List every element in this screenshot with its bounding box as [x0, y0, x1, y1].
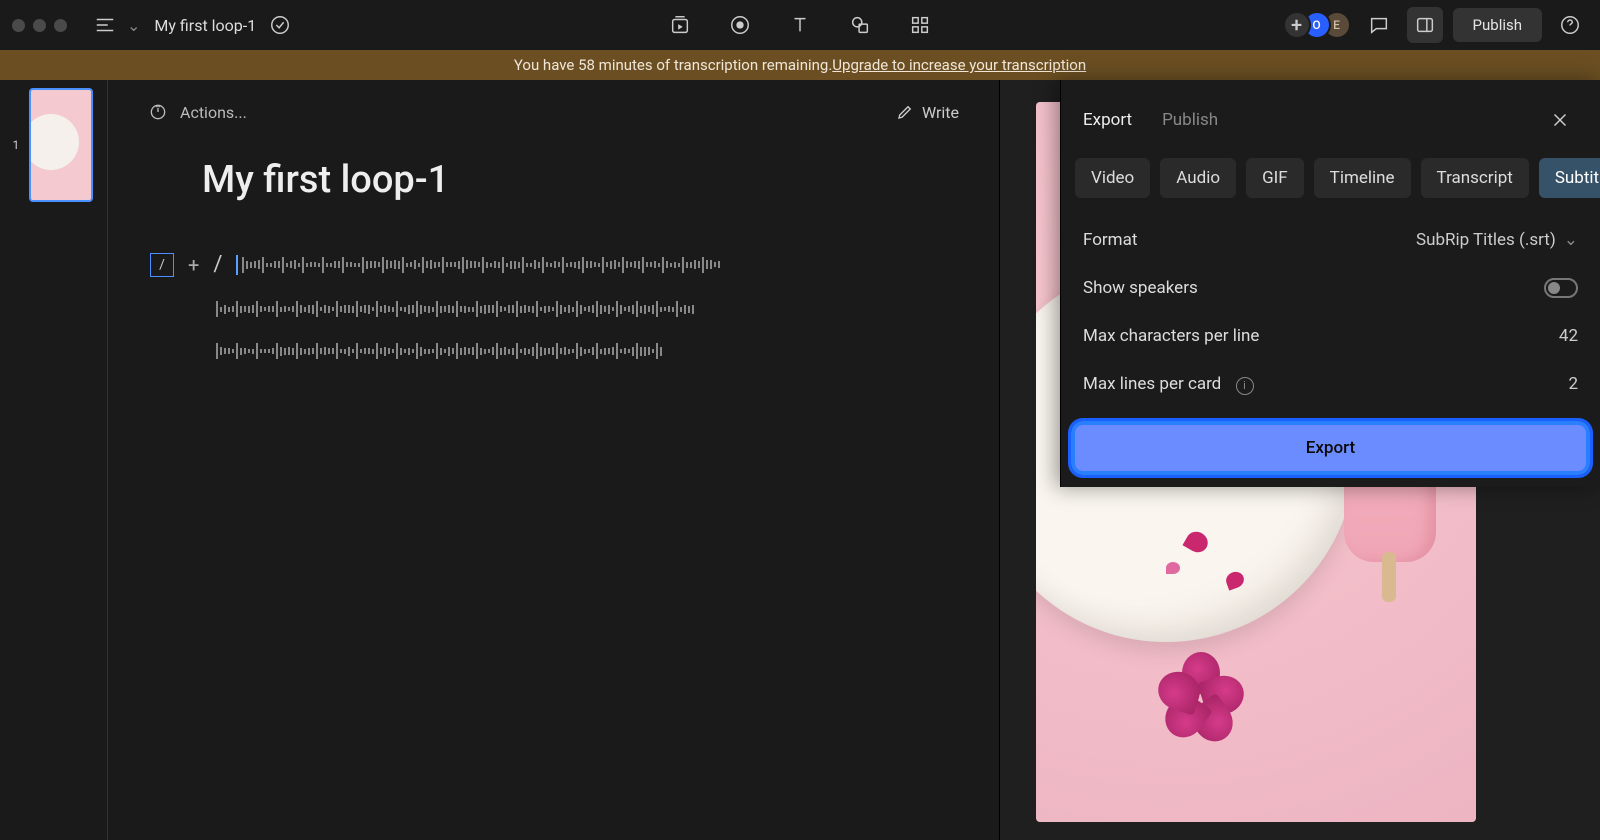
center-toolbar — [662, 7, 938, 43]
max-chars-label: Max characters per line — [1083, 326, 1259, 346]
write-label: Write — [922, 103, 959, 122]
titlebar: ⌄ My first loop-1 + O E Publish — [0, 0, 1600, 50]
show-speakers-row: Show speakers — [1061, 264, 1600, 312]
export-panel: Export Publish VideoAudioGIFTimelineTran… — [1060, 80, 1600, 487]
upgrade-link[interactable]: Upgrade to increase your transcription — [832, 56, 1086, 74]
publish-tab[interactable]: Publish — [1162, 110, 1218, 130]
max-chars-row[interactable]: Max characters per line 42 — [1061, 312, 1600, 360]
text-icon[interactable] — [782, 7, 818, 43]
export-button[interactable]: Export — [1071, 421, 1590, 475]
traffic-close[interactable] — [12, 19, 25, 32]
audio-waveform-1[interactable] — [236, 255, 720, 275]
collaborator-avatars[interactable]: + O E — [1291, 11, 1351, 39]
saved-check-icon — [266, 7, 294, 43]
cursor-indicator: / — [213, 252, 222, 277]
info-icon[interactable]: i — [1236, 377, 1254, 395]
thumbnail-index: 1 — [13, 138, 20, 152]
panel-toggle-icon[interactable] — [1407, 7, 1443, 43]
export-type-audio[interactable]: Audio — [1160, 158, 1236, 198]
align-left-icon[interactable] — [87, 7, 123, 43]
actions-label: Actions... — [180, 103, 247, 122]
grid-icon[interactable] — [902, 7, 938, 43]
chevron-down-icon: ⌄ — [1564, 230, 1578, 250]
export-type-timeline[interactable]: Timeline — [1314, 158, 1411, 198]
media-library-icon[interactable] — [662, 7, 698, 43]
audio-waveform-3[interactable] — [216, 341, 959, 361]
max-lines-label: Max lines per card — [1083, 374, 1221, 394]
export-type-subtitles[interactable]: Subtitles — [1539, 158, 1600, 198]
banner-text: You have 58 minutes of transcription rem… — [514, 56, 832, 74]
close-panel-button[interactable] — [1542, 102, 1578, 138]
export-type-tabs: VideoAudioGIFTimelineTranscriptSubtitles — [1061, 158, 1600, 216]
export-tab[interactable]: Export — [1083, 110, 1132, 130]
max-lines-row[interactable]: Max lines per card i 2 — [1061, 360, 1600, 409]
help-icon[interactable] — [1552, 7, 1588, 43]
script-editor: Actions... Write My first loop-1 / + / — [108, 80, 1000, 840]
max-lines-value: 2 — [1568, 374, 1578, 394]
publish-button[interactable]: Publish — [1453, 8, 1542, 42]
traffic-max[interactable] — [54, 19, 67, 32]
export-type-gif[interactable]: GIF — [1246, 158, 1304, 198]
chevron-down-icon[interactable]: ⌄ — [127, 16, 140, 35]
format-row[interactable]: Format SubRip Titles (.srt) ⌄ — [1061, 216, 1600, 264]
format-value: SubRip Titles (.srt) — [1416, 230, 1556, 250]
add-collaborator-button[interactable]: + — [1283, 11, 1311, 39]
upgrade-banner: You have 58 minutes of transcription rem… — [0, 50, 1600, 80]
comments-icon[interactable] — [1361, 7, 1397, 43]
max-chars-value: 42 — [1559, 326, 1578, 346]
format-label: Format — [1083, 230, 1137, 250]
scene-thumbnails: 1 — [0, 80, 108, 840]
composition-title[interactable]: My first loop-1 — [202, 158, 959, 202]
export-type-transcript[interactable]: Transcript — [1421, 158, 1529, 198]
export-type-video[interactable]: Video — [1075, 158, 1150, 198]
actions-menu[interactable]: Actions... — [148, 102, 247, 122]
audio-waveform-2[interactable] — [216, 299, 959, 319]
document-title[interactable]: My first loop-1 — [154, 16, 256, 35]
traffic-min[interactable] — [33, 19, 46, 32]
window-controls[interactable] — [12, 19, 67, 32]
show-speakers-label: Show speakers — [1083, 278, 1198, 298]
record-icon[interactable] — [722, 7, 758, 43]
show-speakers-toggle[interactable] — [1544, 278, 1578, 298]
slash-command-trigger[interactable]: / — [150, 253, 174, 277]
add-block-button[interactable]: + — [188, 253, 199, 277]
scene-thumbnail-1[interactable] — [29, 88, 93, 202]
shapes-icon[interactable] — [842, 7, 878, 43]
write-button[interactable]: Write — [896, 103, 959, 122]
